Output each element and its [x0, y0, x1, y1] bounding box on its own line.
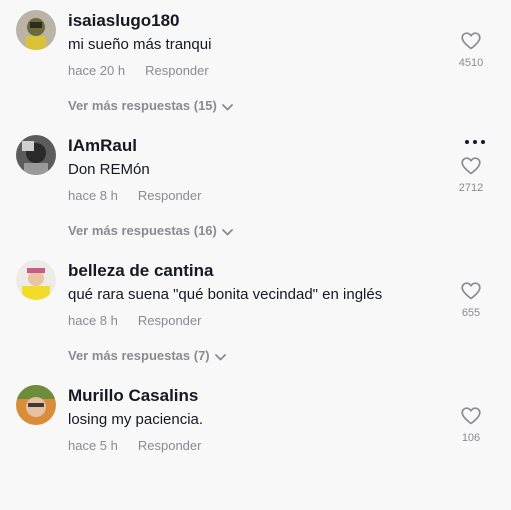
view-more-replies-label: Ver más respuestas (7)	[68, 348, 210, 363]
comment-text: qué rara suena "qué bonita vecindad" en …	[68, 286, 383, 303]
more-options-icon[interactable]	[464, 137, 486, 147]
avatar-icon	[16, 10, 56, 50]
reply-button[interactable]: Responder	[138, 438, 202, 453]
heart-outline-icon	[449, 32, 493, 50]
reply-button[interactable]: Responder	[145, 63, 209, 78]
heart-outline-icon	[449, 282, 493, 300]
reply-button[interactable]: Responder	[138, 313, 202, 328]
avatar[interactable]	[16, 385, 56, 425]
avatar-icon	[16, 385, 56, 425]
view-more-replies-button[interactable]: Ver más respuestas (7)	[68, 347, 226, 366]
like-button[interactable]: 4510	[449, 32, 493, 70]
comment-item: IAmRaul Don REMón hace 8 h Responder Ver …	[0, 135, 511, 260]
comment-time: hace 8 h	[68, 313, 118, 328]
comment-time: hace 20 h	[68, 63, 126, 78]
comment-meta: hace 8 h Responder	[68, 312, 201, 330]
view-more-replies-label: Ver más respuestas (15)	[68, 98, 217, 113]
comment-meta: hace 5 h Responder	[68, 437, 201, 455]
comment-item: belleza de cantina qué rara suena "qué b…	[0, 260, 511, 385]
comment-username[interactable]: isaiaslugo180	[68, 10, 180, 32]
view-more-replies-label: Ver más respuestas (16)	[68, 223, 217, 238]
avatar[interactable]	[16, 10, 56, 50]
comment-username[interactable]: Murillo Casalins	[68, 385, 198, 407]
like-button[interactable]: 2712	[449, 157, 493, 195]
comment-time: hace 8 h	[68, 188, 118, 203]
avatar-icon	[16, 260, 56, 300]
comment-username[interactable]: IAmRaul	[68, 135, 137, 157]
avatar[interactable]	[16, 135, 56, 175]
comment-meta: hace 8 h Responder	[68, 187, 201, 205]
comment-time: hace 5 h	[68, 438, 118, 453]
comment-username[interactable]: belleza de cantina	[68, 260, 214, 282]
comment-item: Murillo Casalins losing my paciencia. ha…	[0, 385, 511, 510]
comment-item: isaiaslugo180 mi sueño más tranqui hace …	[0, 10, 511, 135]
like-count: 4510	[458, 57, 484, 69]
avatar[interactable]	[16, 260, 56, 300]
view-more-replies-button[interactable]: Ver más respuestas (15)	[68, 97, 233, 116]
avatar-icon	[16, 135, 56, 175]
like-button[interactable]: 106	[449, 407, 493, 445]
view-more-replies-button[interactable]: Ver más respuestas (16)	[68, 222, 233, 241]
like-count: 655	[461, 307, 481, 319]
heart-outline-icon	[449, 157, 493, 175]
chevron-down-icon	[221, 223, 233, 241]
heart-outline-icon	[449, 407, 493, 425]
like-count: 106	[461, 432, 481, 444]
comment-text: mi sueño más tranqui	[68, 36, 212, 53]
chevron-down-icon	[221, 98, 233, 116]
reply-button[interactable]: Responder	[138, 188, 202, 203]
comment-meta: hace 20 h Responder	[68, 62, 209, 80]
comment-text: losing my paciencia.	[68, 411, 204, 428]
like-count: 2712	[458, 182, 484, 194]
chevron-down-icon	[214, 348, 226, 366]
like-button[interactable]: 655	[449, 282, 493, 320]
comment-text: Don REMón	[68, 161, 150, 178]
